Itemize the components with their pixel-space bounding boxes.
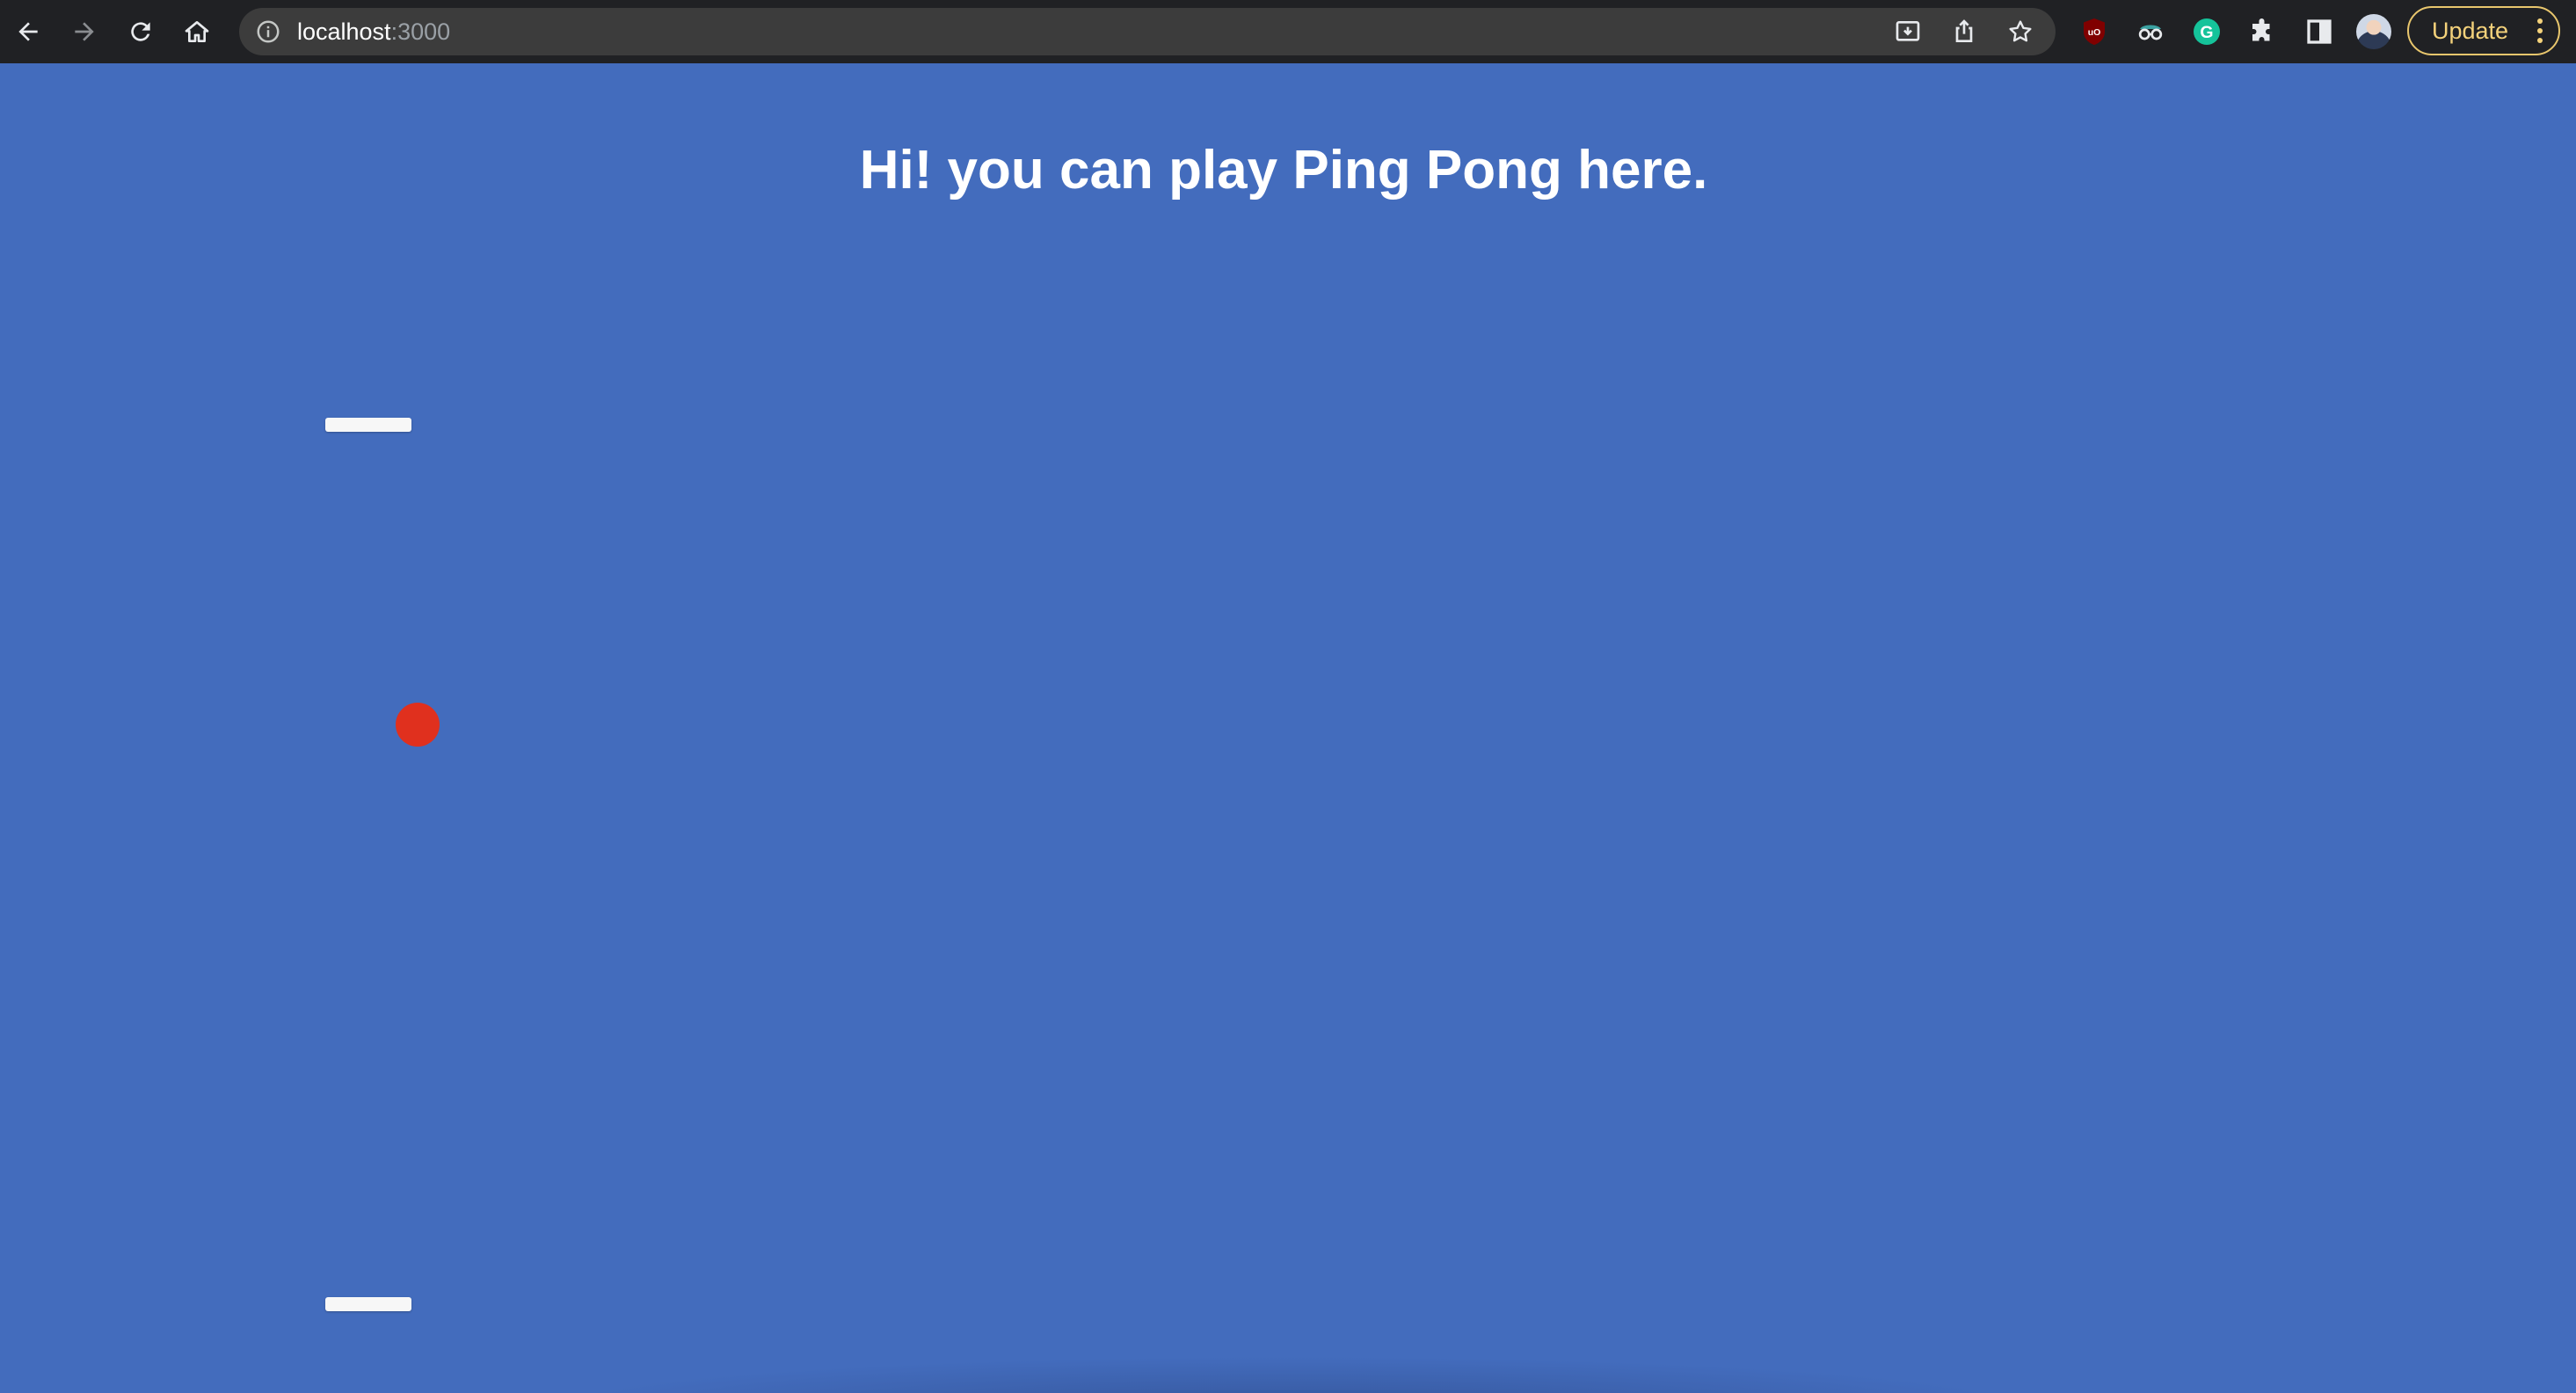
grammarly-icon: G [2194,18,2220,45]
side-panel-icon [2307,19,2332,44]
svg-text:uO: uO [2088,27,2101,38]
home-icon [185,21,209,42]
url-text[interactable]: localhost:3000 [297,8,450,55]
browser-toolbar: localhost:3000 uO G Update [0,0,2576,63]
reload-icon [131,22,150,41]
back-button[interactable] [7,11,49,53]
puzzle-icon [2252,18,2270,41]
address-bar[interactable]: localhost:3000 [239,8,2056,55]
update-label: Update [2432,18,2509,44]
svg-text:G: G [2200,23,2213,42]
extensions-button[interactable] [2247,16,2279,47]
glasses-icon [2138,25,2163,40]
url-port: :3000 [390,18,451,45]
ublock-extension-button[interactable]: uO [2078,16,2110,47]
kebab-menu-icon[interactable] [2537,18,2543,45]
ball [396,703,440,747]
top-paddle[interactable] [325,418,411,432]
update-button[interactable]: Update [2407,6,2560,55]
install-button[interactable] [1894,18,1922,46]
share-icon [1955,19,1973,42]
grammarly-extension-button[interactable]: G [2191,16,2223,47]
forward-button[interactable] [63,11,106,53]
arrow-right-icon [75,22,94,41]
arrow-left-icon [18,22,38,41]
bookmark-button[interactable] [2006,18,2034,46]
game-page: Hi! you can play Ping Pong here. [0,63,2576,1393]
url-host: localhost [297,18,391,45]
bottom-paddle[interactable] [325,1297,411,1311]
page-title: Hi! you can play Ping Pong here. [859,140,1708,201]
ublock-icon: uO [2084,18,2105,45]
star-icon [2009,20,2032,42]
install-icon [1896,20,1920,41]
spy-extension-button[interactable] [2135,16,2166,47]
bottom-shadow [545,1356,2040,1393]
share-button[interactable] [1950,18,1978,46]
info-icon[interactable] [255,18,281,45]
home-button[interactable] [176,11,218,53]
side-panel-button[interactable] [2303,16,2335,47]
profile-avatar[interactable] [2356,14,2391,49]
reload-button[interactable] [120,11,162,53]
